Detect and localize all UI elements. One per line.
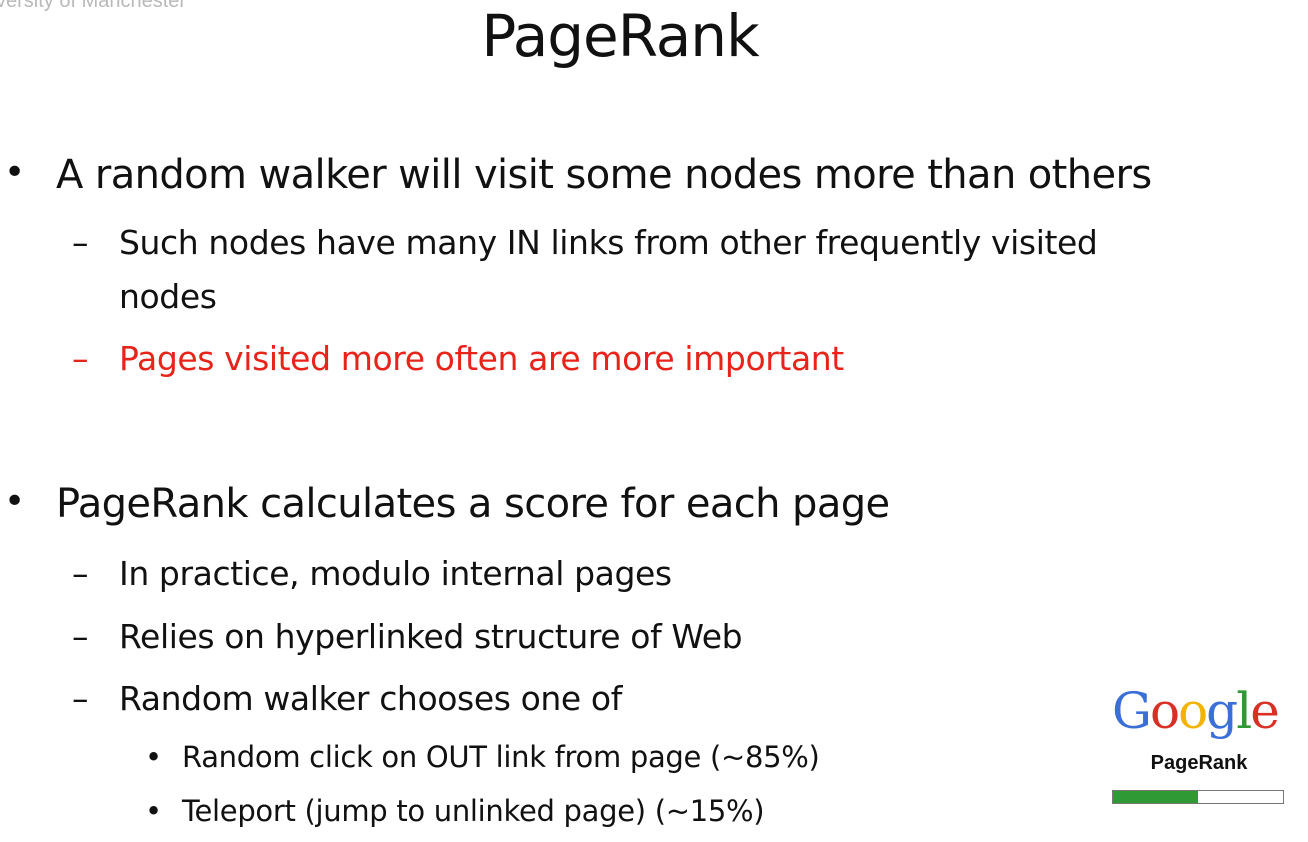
sub-bullet-text: In practice, modulo internal pages [119,554,672,593]
bullet-marker: • [145,740,162,774]
google-wordmark: Google [1112,682,1280,740]
logo-letter: e [1250,682,1280,740]
sub-sub-bullet-text: Teleport (jump to unlinked page) (~15%) [182,794,765,828]
sub-bullet-text: Relies on hyperlinked structure of Web [119,617,743,656]
sub-bullet-text: Random walker chooses one of [119,679,622,718]
pagerank-bar-fill [1113,791,1198,803]
pagerank-label: PageRank [1150,752,1248,774]
dash-marker: – [72,223,89,262]
bullet-text: A random walker will visit some nodes mo… [56,152,1152,198]
pagerank-bar [1112,790,1284,804]
logo-letter: l [1236,682,1252,740]
google-pagerank-logo: Google PageRank [1104,682,1294,810]
logo-letter: o [1149,682,1180,740]
bullet-text: PageRank calculates a score for each pag… [56,481,890,527]
logo-letter: o [1178,682,1208,740]
sub-bullet-text: Pages visited more often are more import… [119,339,844,378]
bullet-marker: • [4,481,25,522]
sub-bullet-text: Such nodes have many IN links from other… [119,223,1098,262]
slide-title: PageRank [481,2,759,70]
sub-sub-bullet-text: Random click on OUT link from page (~85%… [182,740,820,774]
bullet-marker: • [145,794,162,828]
logo-letter: G [1112,682,1152,740]
dash-marker: – [72,554,89,593]
logo-letter: g [1206,682,1238,740]
dash-marker: – [72,339,89,378]
dash-marker: – [72,617,89,656]
dash-marker: – [72,679,89,718]
bullet-marker: • [4,152,25,193]
sub-bullet-text: nodes [119,277,217,316]
